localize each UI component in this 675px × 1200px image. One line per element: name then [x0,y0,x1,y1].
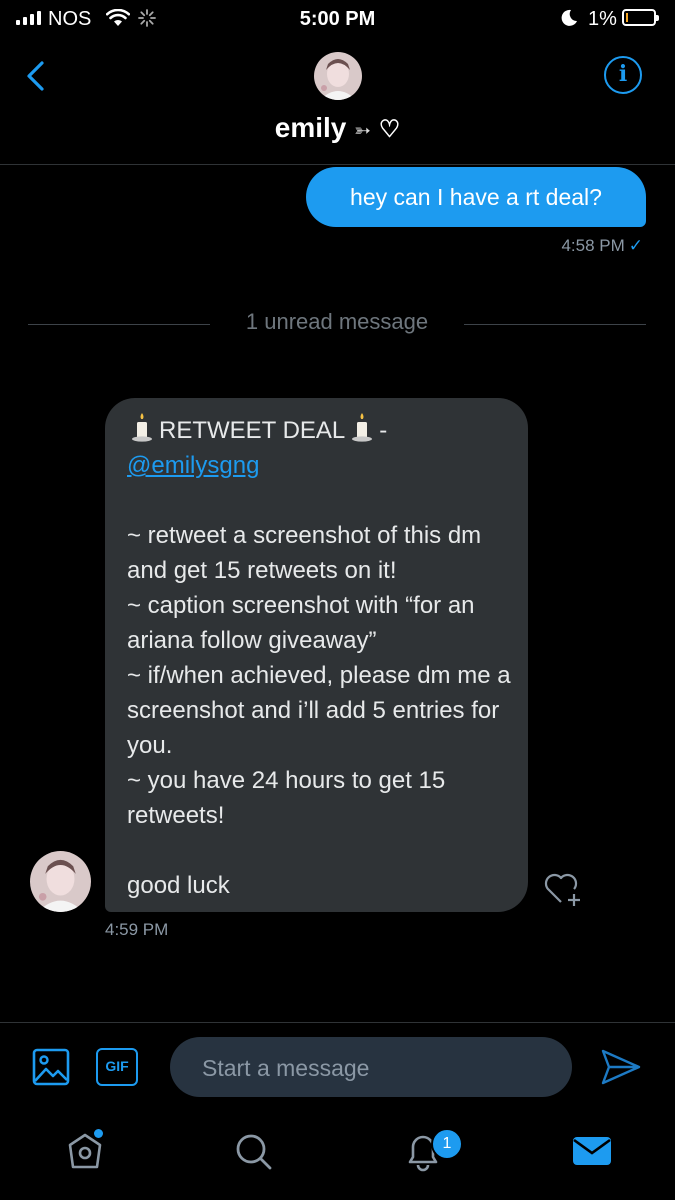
send-icon[interactable] [600,1048,642,1086]
message-line: ~ you have 24 hours to get 15 retweets! [127,767,446,829]
sent-message-text: hey can I have a rt deal? [350,184,602,210]
unread-separator-label: 1 unread message [245,309,429,334]
message-heading: RETWEET DEAL [159,417,346,444]
sent-message-bubble[interactable]: hey can I have a rt deal? [306,167,646,227]
separator-line-left [28,324,210,325]
battery-percentage: 1% [588,8,617,30]
message-line: ~ retweet a screenshot of this dm and ge… [127,522,482,584]
name-arrow-emoji: ➳ [354,120,371,142]
sent-time-text: 4:58 PM [561,236,625,255]
conversation-title: emily ➳ ♡ [0,112,675,144]
back-chevron-icon[interactable] [24,60,46,92]
mention-link[interactable]: @emilysgng [127,452,259,479]
sent-message-timestamp: 4:58 PM ✓ [561,236,643,256]
message-input[interactable] [200,1037,554,1099]
received-message-timestamp: 4:59 PM [105,920,169,939]
message-signoff: good luck [127,872,230,899]
gif-label: GIF [105,1058,129,1074]
name-heart-emoji: ♡ [378,116,401,143]
message-heading-line: RETWEET DEAL - [127,412,512,448]
image-attach-icon[interactable] [32,1048,70,1086]
read-check-icon: ✓ [628,236,643,255]
battery-icon [622,9,659,26]
message-line: ~ if/when achieved, please dm me a scree… [127,662,511,759]
received-message-content: RETWEET DEAL - @emilysgng ~ retweet a sc… [127,412,512,903]
do-not-disturb-moon-icon [561,9,577,26]
separator-line-right [464,324,646,325]
avatar-image [30,851,91,912]
avatar[interactable] [314,52,362,100]
heading-dash: - [379,417,388,444]
message-line: ~ caption screenshot with “for an ariana… [127,592,475,654]
contact-name: emily [274,112,347,143]
gif-button[interactable]: GIF [96,1048,138,1086]
composer-divider [0,1022,675,1023]
info-icon: i [618,61,628,87]
conversation-info-button[interactable]: i [604,56,642,94]
sender-avatar[interactable] [30,851,91,912]
status-bar: NOS 5:00 PM 1% [0,0,675,38]
candle-emoji-icon [132,413,152,442]
home-new-content-dot [94,1129,103,1138]
search-tab-icon[interactable] [232,1130,274,1172]
message-composer[interactable] [170,1037,572,1099]
candle-emoji-icon [352,413,373,442]
add-reaction-heart-icon[interactable] [543,870,585,908]
header-divider [0,164,675,165]
messages-tab-icon[interactable] [571,1130,613,1172]
avatar-image [314,52,362,100]
notifications-badge: 1 [431,1128,463,1160]
